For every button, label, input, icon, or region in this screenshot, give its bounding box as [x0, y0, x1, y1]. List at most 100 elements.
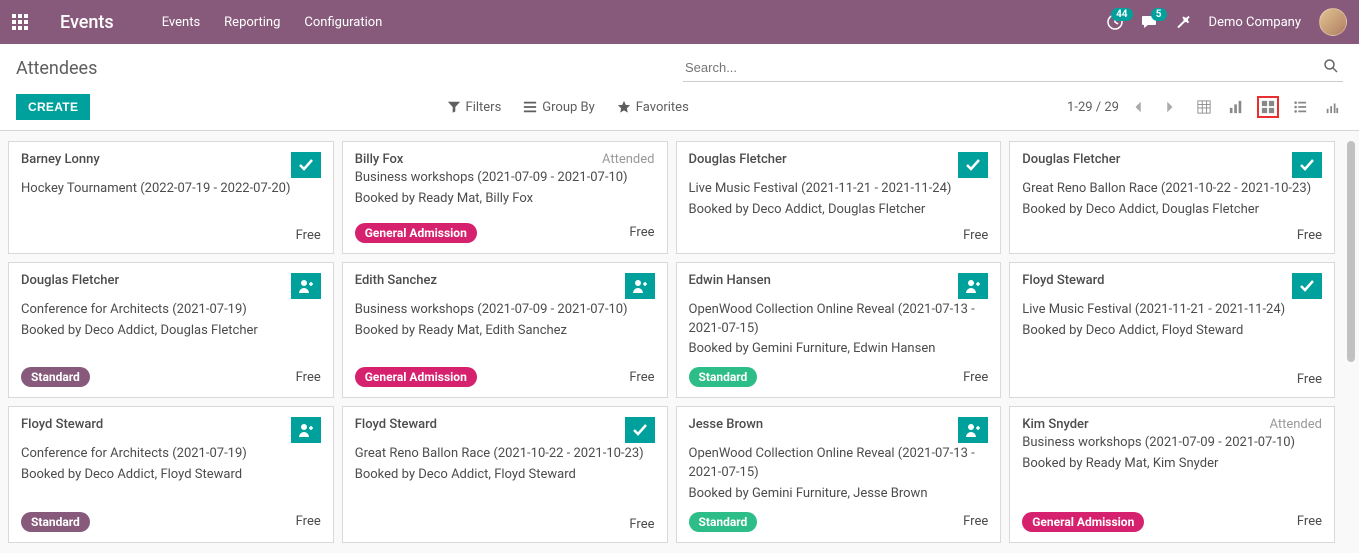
event-name: Hockey Tournament (2022-07-19 - 2022-07-…	[21, 180, 321, 199]
booked-by: Booked by Ready Mat, Billy Fox	[355, 190, 655, 209]
price: Free	[629, 225, 654, 240]
attendee-name: Barney Lonny	[21, 152, 100, 167]
price: Free	[1297, 514, 1322, 529]
favorites-label: Favorites	[636, 100, 689, 115]
booked-by: Booked by Ready Mat, Edith Sanchez	[355, 322, 655, 341]
status-person-icon[interactable]	[291, 417, 321, 443]
ticket-tag: Standard	[21, 367, 90, 387]
attendee-name: Floyd Steward	[1022, 273, 1104, 288]
price: Free	[1297, 372, 1322, 387]
status-person-icon[interactable]	[958, 273, 988, 299]
attendee-card[interactable]: Douglas Fletcher Conference for Architect…	[8, 262, 334, 399]
tree-view-icon[interactable]	[1289, 96, 1311, 118]
ticket-tag: General Admission	[355, 367, 477, 387]
message-count: 5	[1151, 8, 1167, 21]
ticket-tag: Standard	[689, 512, 758, 532]
breadcrumb: Attendees	[16, 58, 97, 79]
nav-links: Events Reporting Configuration	[162, 15, 383, 30]
attendee-name: Floyd Steward	[355, 417, 437, 432]
event-name: Business workshops (2021-07-09 - 2021-07…	[355, 169, 655, 188]
status-check-icon[interactable]	[958, 152, 988, 178]
event-name: OpenWood Collection Online Reveal (2021-…	[689, 301, 989, 339]
nav-link-events[interactable]: Events	[162, 15, 200, 30]
event-name: Conference for Architects (2021-07-19)	[21, 301, 321, 320]
booked-by: Booked by Deco Addict, Floyd Steward	[355, 466, 655, 485]
attendee-name: Douglas Fletcher	[1022, 152, 1120, 167]
search-input[interactable]	[683, 54, 1343, 82]
create-button[interactable]: CREATE	[16, 94, 90, 120]
graph-view-icon[interactable]	[1225, 96, 1247, 118]
attendee-card[interactable]: Barney Lonny Hockey Tournament (2022-07-1…	[8, 141, 334, 254]
search-icon[interactable]	[1323, 58, 1339, 74]
price: Free	[963, 514, 988, 529]
booked-by: Booked by Deco Addict, Douglas Fletcher	[21, 322, 321, 341]
navbar: Events Events Reporting Configuration 44…	[0, 0, 1359, 44]
booked-by: Booked by Deco Addict, Floyd Steward	[21, 466, 321, 485]
navbar-left: Events Events Reporting Configuration	[12, 12, 382, 33]
event-name: Live Music Festival (2021-11-21 - 2021-1…	[1022, 301, 1322, 320]
event-name: Great Reno Ballon Race (2021-10-22 - 202…	[355, 445, 655, 464]
navbar-right: 44 5 Demo Company	[1107, 8, 1347, 36]
attendee-card[interactable]: Edwin Hansen OpenWood Collection Online R…	[676, 262, 1002, 399]
attendee-card[interactable]: Edith SanchezBusiness workshops (2021-07…	[342, 262, 668, 399]
attendee-name: Billy Fox	[355, 152, 404, 167]
event-name: Conference for Architects (2021-07-19)	[21, 445, 321, 464]
ticket-tag: General Admission	[1022, 512, 1144, 532]
attendee-card[interactable]: Jesse Brown OpenWood Collection Online Re…	[676, 406, 1002, 543]
status-check-icon[interactable]	[1292, 273, 1322, 299]
favorites-button[interactable]: Favorites	[617, 100, 689, 115]
price: Free	[629, 517, 654, 532]
pager-prev-icon[interactable]	[1129, 97, 1149, 117]
groupby-button[interactable]: Group By	[523, 100, 595, 115]
apps-icon[interactable]	[12, 14, 28, 30]
attendee-card[interactable]: Douglas FletcherGreat Reno Ballon Race (…	[1009, 141, 1335, 254]
attendee-name: Floyd Steward	[21, 417, 103, 432]
user-avatar[interactable]	[1319, 8, 1347, 36]
price: Free	[963, 228, 988, 243]
activity-icon[interactable]: 44	[1107, 14, 1123, 30]
booked-by: Booked by Ready Mat, Kim Snyder	[1022, 455, 1322, 474]
kanban-view-icon[interactable]	[1257, 96, 1279, 118]
debug-icon[interactable]	[1175, 14, 1191, 30]
attendee-name: Douglas Fletcher	[21, 273, 119, 288]
event-name: Live Music Festival (2021-11-21 - 2021-1…	[689, 180, 989, 199]
messaging-icon[interactable]: 5	[1141, 14, 1157, 30]
booked-by: Booked by Gemini Furniture, Edwin Hansen	[689, 340, 989, 359]
view-switcher	[1193, 96, 1343, 118]
attendee-card[interactable]: Kim SnyderAttendedBusiness workshops (20…	[1009, 406, 1335, 543]
status-text: Attended	[1269, 417, 1322, 432]
attendee-card[interactable]: Billy FoxAttendedBusiness workshops (202…	[342, 141, 668, 254]
company-name[interactable]: Demo Company	[1209, 15, 1301, 30]
filters-button[interactable]: Filters	[447, 100, 502, 115]
status-check-icon[interactable]	[291, 152, 321, 178]
attendee-card[interactable]: Floyd Steward Conference for Architects (…	[8, 406, 334, 543]
status-person-icon[interactable]	[291, 273, 321, 299]
pivot-view-icon[interactable]	[1321, 96, 1343, 118]
attendee-name: Kim Snyder	[1022, 417, 1088, 432]
price: Free	[296, 228, 321, 243]
ticket-tag: Standard	[21, 512, 90, 532]
filters-label: Filters	[466, 100, 502, 115]
attendee-card[interactable]: Douglas FletcherLive Music Festival (202…	[676, 141, 1002, 254]
attendee-card[interactable]: Floyd Steward Great Reno Ballon Race (202…	[342, 406, 668, 543]
booked-by: Booked by Gemini Furniture, Jesse Brown	[689, 485, 989, 504]
price: Free	[629, 370, 654, 385]
booked-by: Booked by Deco Addict, Douglas Fletcher	[1022, 201, 1322, 220]
attendee-name: Edwin Hansen	[689, 273, 771, 288]
ticket-tag: Standard	[689, 367, 758, 387]
price: Free	[296, 514, 321, 529]
status-check-icon[interactable]	[1292, 152, 1322, 178]
attendee-card[interactable]: Floyd Steward Live Music Festival (2021-1…	[1009, 262, 1335, 399]
event-name: OpenWood Collection Online Reveal (2021-…	[689, 445, 989, 483]
list-view-icon[interactable]	[1193, 96, 1215, 118]
pager-next-icon[interactable]	[1159, 97, 1179, 117]
status-person-icon[interactable]	[958, 417, 988, 443]
scrollbar[interactable]	[1347, 141, 1355, 543]
app-brand[interactable]: Events	[60, 12, 114, 33]
nav-link-reporting[interactable]: Reporting	[224, 15, 280, 30]
price: Free	[963, 370, 988, 385]
status-person-icon[interactable]	[625, 273, 655, 299]
nav-link-configuration[interactable]: Configuration	[304, 15, 382, 30]
status-check-icon[interactable]	[625, 417, 655, 443]
attendee-name: Jesse Brown	[689, 417, 764, 432]
